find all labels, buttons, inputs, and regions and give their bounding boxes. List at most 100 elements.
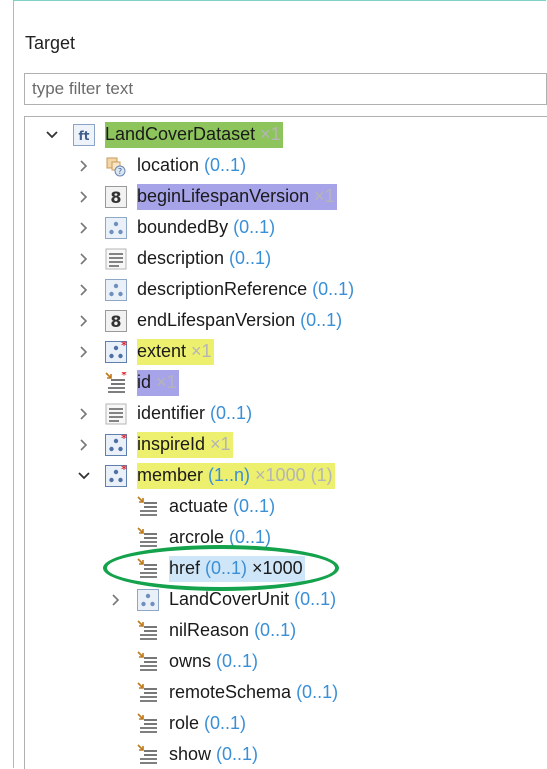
- tree-item-name: inspireId: [137, 434, 206, 454]
- tree-item-cardinality: (0..1): [210, 403, 253, 423]
- tree-item-name: remoteSchema: [169, 682, 292, 702]
- filter-input[interactable]: [24, 73, 547, 105]
- tree-row-identifier[interactable]: identifier (0..1): [77, 398, 254, 429]
- chevron-right-icon[interactable]: [77, 159, 91, 173]
- feature-type-icon: ft: [73, 123, 95, 146]
- tree-row-show[interactable]: show (0..1): [109, 739, 260, 769]
- tree-item-label: boundedBy (0..1): [137, 215, 277, 241]
- chevron-down-icon[interactable]: [77, 469, 91, 483]
- tree-item-label: LandCoverUnit (0..1): [169, 587, 338, 613]
- complex-type-required-icon: *: [105, 433, 127, 456]
- tree-item-label: id ×1: [137, 369, 179, 396]
- tree-item-name: actuate: [169, 496, 229, 516]
- tree-item-cardinality: (0..1): [294, 589, 337, 609]
- tree-row-endlifespanversion[interactable]: 8 endLifespanVersion (0..1): [77, 305, 344, 336]
- tree-item-label: arcrole (0..1): [169, 525, 273, 551]
- attribute-icon: [137, 681, 159, 704]
- complex-type-required-icon: *: [105, 340, 127, 363]
- tree-row-owns[interactable]: owns (0..1): [109, 646, 260, 677]
- tree-row-actuate[interactable]: actuate (0..1): [109, 491, 277, 522]
- tree-item-cardinality: (0..1): [300, 310, 343, 330]
- schema-tree[interactable]: ft LandCoverDataset ×1? location (0..1) 8 begi…: [24, 116, 547, 769]
- text-type-icon: [105, 248, 127, 270]
- attribute-icon: [137, 743, 159, 766]
- tree-row-extent[interactable]: * extent ×1: [77, 336, 214, 367]
- svg-text:*: *: [121, 465, 127, 476]
- chevron-right-icon[interactable]: [77, 345, 91, 359]
- tree-item-multiplicity: ×1: [260, 124, 281, 144]
- tree-row-boundedby[interactable]: boundedBy (0..1): [77, 212, 277, 243]
- complex-type-required-icon: *: [105, 464, 127, 487]
- tree-row-inspireid[interactable]: * inspireId ×1: [77, 429, 233, 460]
- tree-row-landcoverdataset[interactable]: ft LandCoverDataset ×1: [45, 119, 283, 150]
- tree-item-multiplicity: ×1: [210, 434, 231, 454]
- tree-item-name: LandCoverDataset: [105, 124, 256, 144]
- number-type-icon: 8: [105, 309, 127, 332]
- tree-item-name: location: [137, 155, 200, 175]
- tree-item-name: description: [137, 248, 225, 268]
- panel-title: Target: [25, 33, 76, 53]
- svg-text:8: 8: [110, 188, 121, 207]
- tree-row-landcoverunit[interactable]: LandCoverUnit (0..1): [109, 584, 338, 615]
- complex-type-icon: [105, 216, 127, 239]
- tree-row-nilreason[interactable]: nilReason (0..1): [109, 615, 298, 646]
- tree-row-role[interactable]: role (0..1): [109, 708, 248, 739]
- tree-item-label: member (1..n) ×1000 (1): [137, 462, 335, 489]
- tree-item-label: nilReason (0..1): [169, 618, 298, 644]
- chevron-right-icon[interactable]: [77, 438, 91, 452]
- complex-type-icon: [137, 588, 159, 611]
- chevron-right-icon[interactable]: [77, 407, 91, 421]
- geometry-icon: ?: [105, 155, 127, 177]
- tree-item-name: identifier: [137, 403, 206, 423]
- tree-item-cardinality: (0..1): [204, 713, 247, 733]
- chevron-right-icon[interactable]: [77, 314, 91, 328]
- tree-item-label: owns (0..1): [169, 649, 260, 675]
- svg-text:*: *: [121, 434, 127, 445]
- tree-item-cardinality: (0..1): [229, 527, 272, 547]
- chevron-down-icon[interactable]: [45, 128, 59, 142]
- tree-item-name: owns: [169, 651, 212, 671]
- tree-item-cardinality: (0..1): [233, 496, 276, 516]
- tree-item-label: remoteSchema (0..1): [169, 680, 340, 706]
- tree-row-remoteschema[interactable]: remoteSchema (0..1): [109, 677, 340, 708]
- chevron-right-icon[interactable]: [77, 252, 91, 266]
- tree-item-label: identifier (0..1): [137, 401, 254, 427]
- tree-item-name: href: [169, 558, 201, 578]
- tree-item-name: id: [137, 372, 152, 392]
- tree-item-label: LandCoverDataset ×1: [105, 121, 283, 148]
- tree-row-arcrole[interactable]: arcrole (0..1): [109, 522, 273, 553]
- tree-row-member[interactable]: * member (1..n) ×1000 (1): [77, 460, 335, 491]
- svg-text:*: *: [121, 372, 127, 381]
- tree-item-cardinality: (1..n): [208, 465, 251, 485]
- tree-item-cardinality: (0..1): [296, 682, 339, 702]
- tree-row-description[interactable]: description (0..1): [77, 243, 273, 274]
- chevron-right-icon[interactable]: [77, 221, 91, 235]
- attribute-icon: [137, 712, 159, 735]
- tree-item-name: member: [137, 465, 204, 485]
- tree-row-href[interactable]: href (0..1) ×1000: [109, 553, 305, 584]
- tree-item-label: href (0..1) ×1000: [169, 555, 305, 582]
- svg-text:?: ?: [118, 167, 122, 176]
- tree-item-name: extent: [137, 341, 187, 361]
- svg-text:*: *: [121, 341, 127, 352]
- attribute-icon: [137, 650, 159, 673]
- attribute-icon: [137, 557, 159, 580]
- tree-item-label: beginLifespanVersion ×1: [137, 183, 337, 210]
- tree-row-id[interactable]: * id ×1: [77, 367, 179, 398]
- chevron-right-icon[interactable]: [77, 283, 91, 297]
- tree-item-cardinality: (0..1): [312, 279, 355, 299]
- tree-item-multiplicity: ×1: [156, 372, 177, 392]
- chevron-right-icon[interactable]: [77, 190, 91, 204]
- tree-row-location[interactable]: ? location (0..1): [77, 150, 248, 181]
- tree-item-cardinality: (0..1): [204, 155, 247, 175]
- tree-item-cardinality: (0..1): [233, 217, 276, 237]
- svg-text:8: 8: [110, 312, 121, 331]
- attribute-icon: [137, 619, 159, 642]
- complex-type-icon: [105, 278, 127, 301]
- tree-row-beginlifespanversion[interactable]: 8 beginLifespanVersion ×1: [77, 181, 337, 212]
- tree-row-descriptionreference[interactable]: descriptionReference (0..1): [77, 274, 356, 305]
- number-type-icon: 8: [105, 185, 127, 208]
- svg-text:ft: ft: [79, 129, 90, 143]
- tree-item-name: endLifespanVersion: [137, 310, 296, 330]
- chevron-right-icon[interactable]: [109, 593, 123, 607]
